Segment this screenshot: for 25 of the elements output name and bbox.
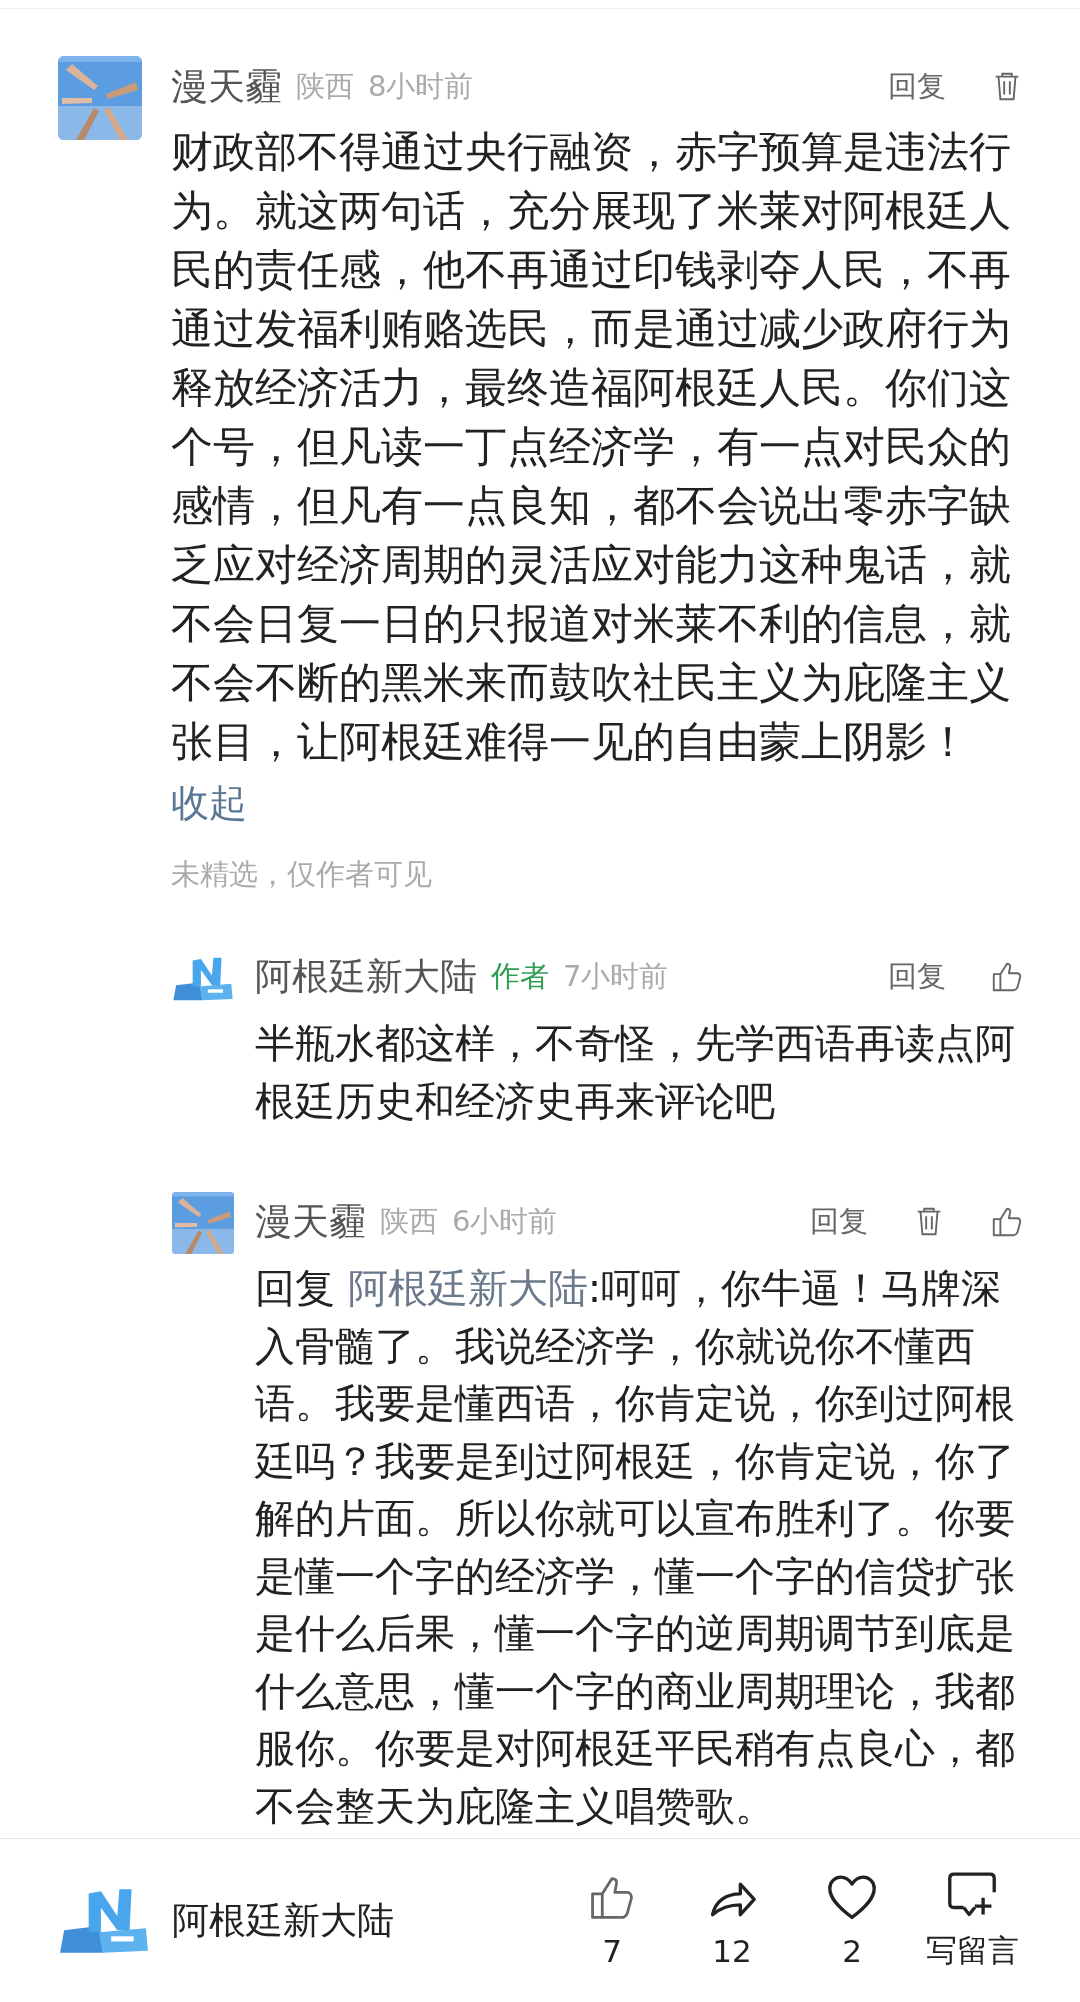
like-button[interactable]: 7: [552, 1872, 672, 1969]
visibility-note: 未精选，仅作者可见: [171, 856, 433, 893]
author-name[interactable]: 阿根廷新大陆: [255, 952, 477, 1002]
mention-link[interactable]: 阿根廷新大陆: [347, 1265, 588, 1311]
favorite-button[interactable]: 2: [792, 1872, 912, 1969]
author-label: 作者: [491, 958, 549, 995]
timestamp: 6小时前: [452, 1203, 558, 1240]
reply-button[interactable]: 回复: [888, 957, 946, 997]
location-text: 陕西: [380, 1203, 438, 1240]
share-button[interactable]: 12: [672, 1872, 792, 1969]
reply-text: 半瓶水都这样，不奇怪，先学西语再读点阿根廷历史和经济史再来评论吧: [255, 1019, 1016, 1126]
location-text: 陕西: [296, 68, 354, 105]
thumbs-up-icon[interactable]: [990, 960, 1024, 994]
timestamp: 7小时前: [563, 958, 669, 995]
reply-button[interactable]: 回复: [888, 67, 946, 107]
comment-button[interactable]: 写留言: [912, 1869, 1032, 1972]
collapse-link[interactable]: 收起: [171, 775, 247, 831]
author-name[interactable]: 漫天霾: [171, 62, 282, 112]
reply-button[interactable]: 回复: [810, 1202, 868, 1242]
thumbs-up-icon[interactable]: [990, 1205, 1024, 1239]
timestamp: 8小时前: [368, 68, 474, 105]
account-name[interactable]: 阿根廷新大陆: [172, 1895, 552, 1946]
comment-text: 财政部不得通过央行融资，赤字预算是违法行为。就这两句话，充分展现了米莱对阿根廷人民的责任感，他不再通过印钱剥夺人民，不再通过发福利贿赂选民，而是通过减少政府行为释放经济活力，最终造福阿根廷人民。你们这个号，但凡读一丁点经济学，有一点对民众的感情，但凡有一点良知，都不会说出零赤字缺乏应对经济周期的灵活应对能力这种鬼话，就不会日复一日的只报道对米莱不利的信息，就不会不断的黑米来而鼓吹社民主义为庇隆主义张目，让阿根廷难得一见的自由蒙上阴影！: [171, 126, 1012, 768]
author-name[interactable]: 漫天霾: [255, 1197, 366, 1247]
reply-text: 回复 阿根廷新大陆:呵呵，你牛逼！马牌深入骨髓了。我说经济学，你就说你不懂西语。我要是懂西语，你肯定说，你到过阿根廷吗？我要是到过阿根廷，你肯定说，你了解的片面。所以你就可以宣布胜利了。你要是懂一个字的经济学，懂一个字的信贷扩张是什么后果，懂一个字的逆周期调节到底是什么意思，懂一个字的商业周期理论，我都服你。你要是对阿根廷平民稍有点良心，都不会整天为庇隆主义唱赞歌。: [255, 1264, 1016, 1831]
